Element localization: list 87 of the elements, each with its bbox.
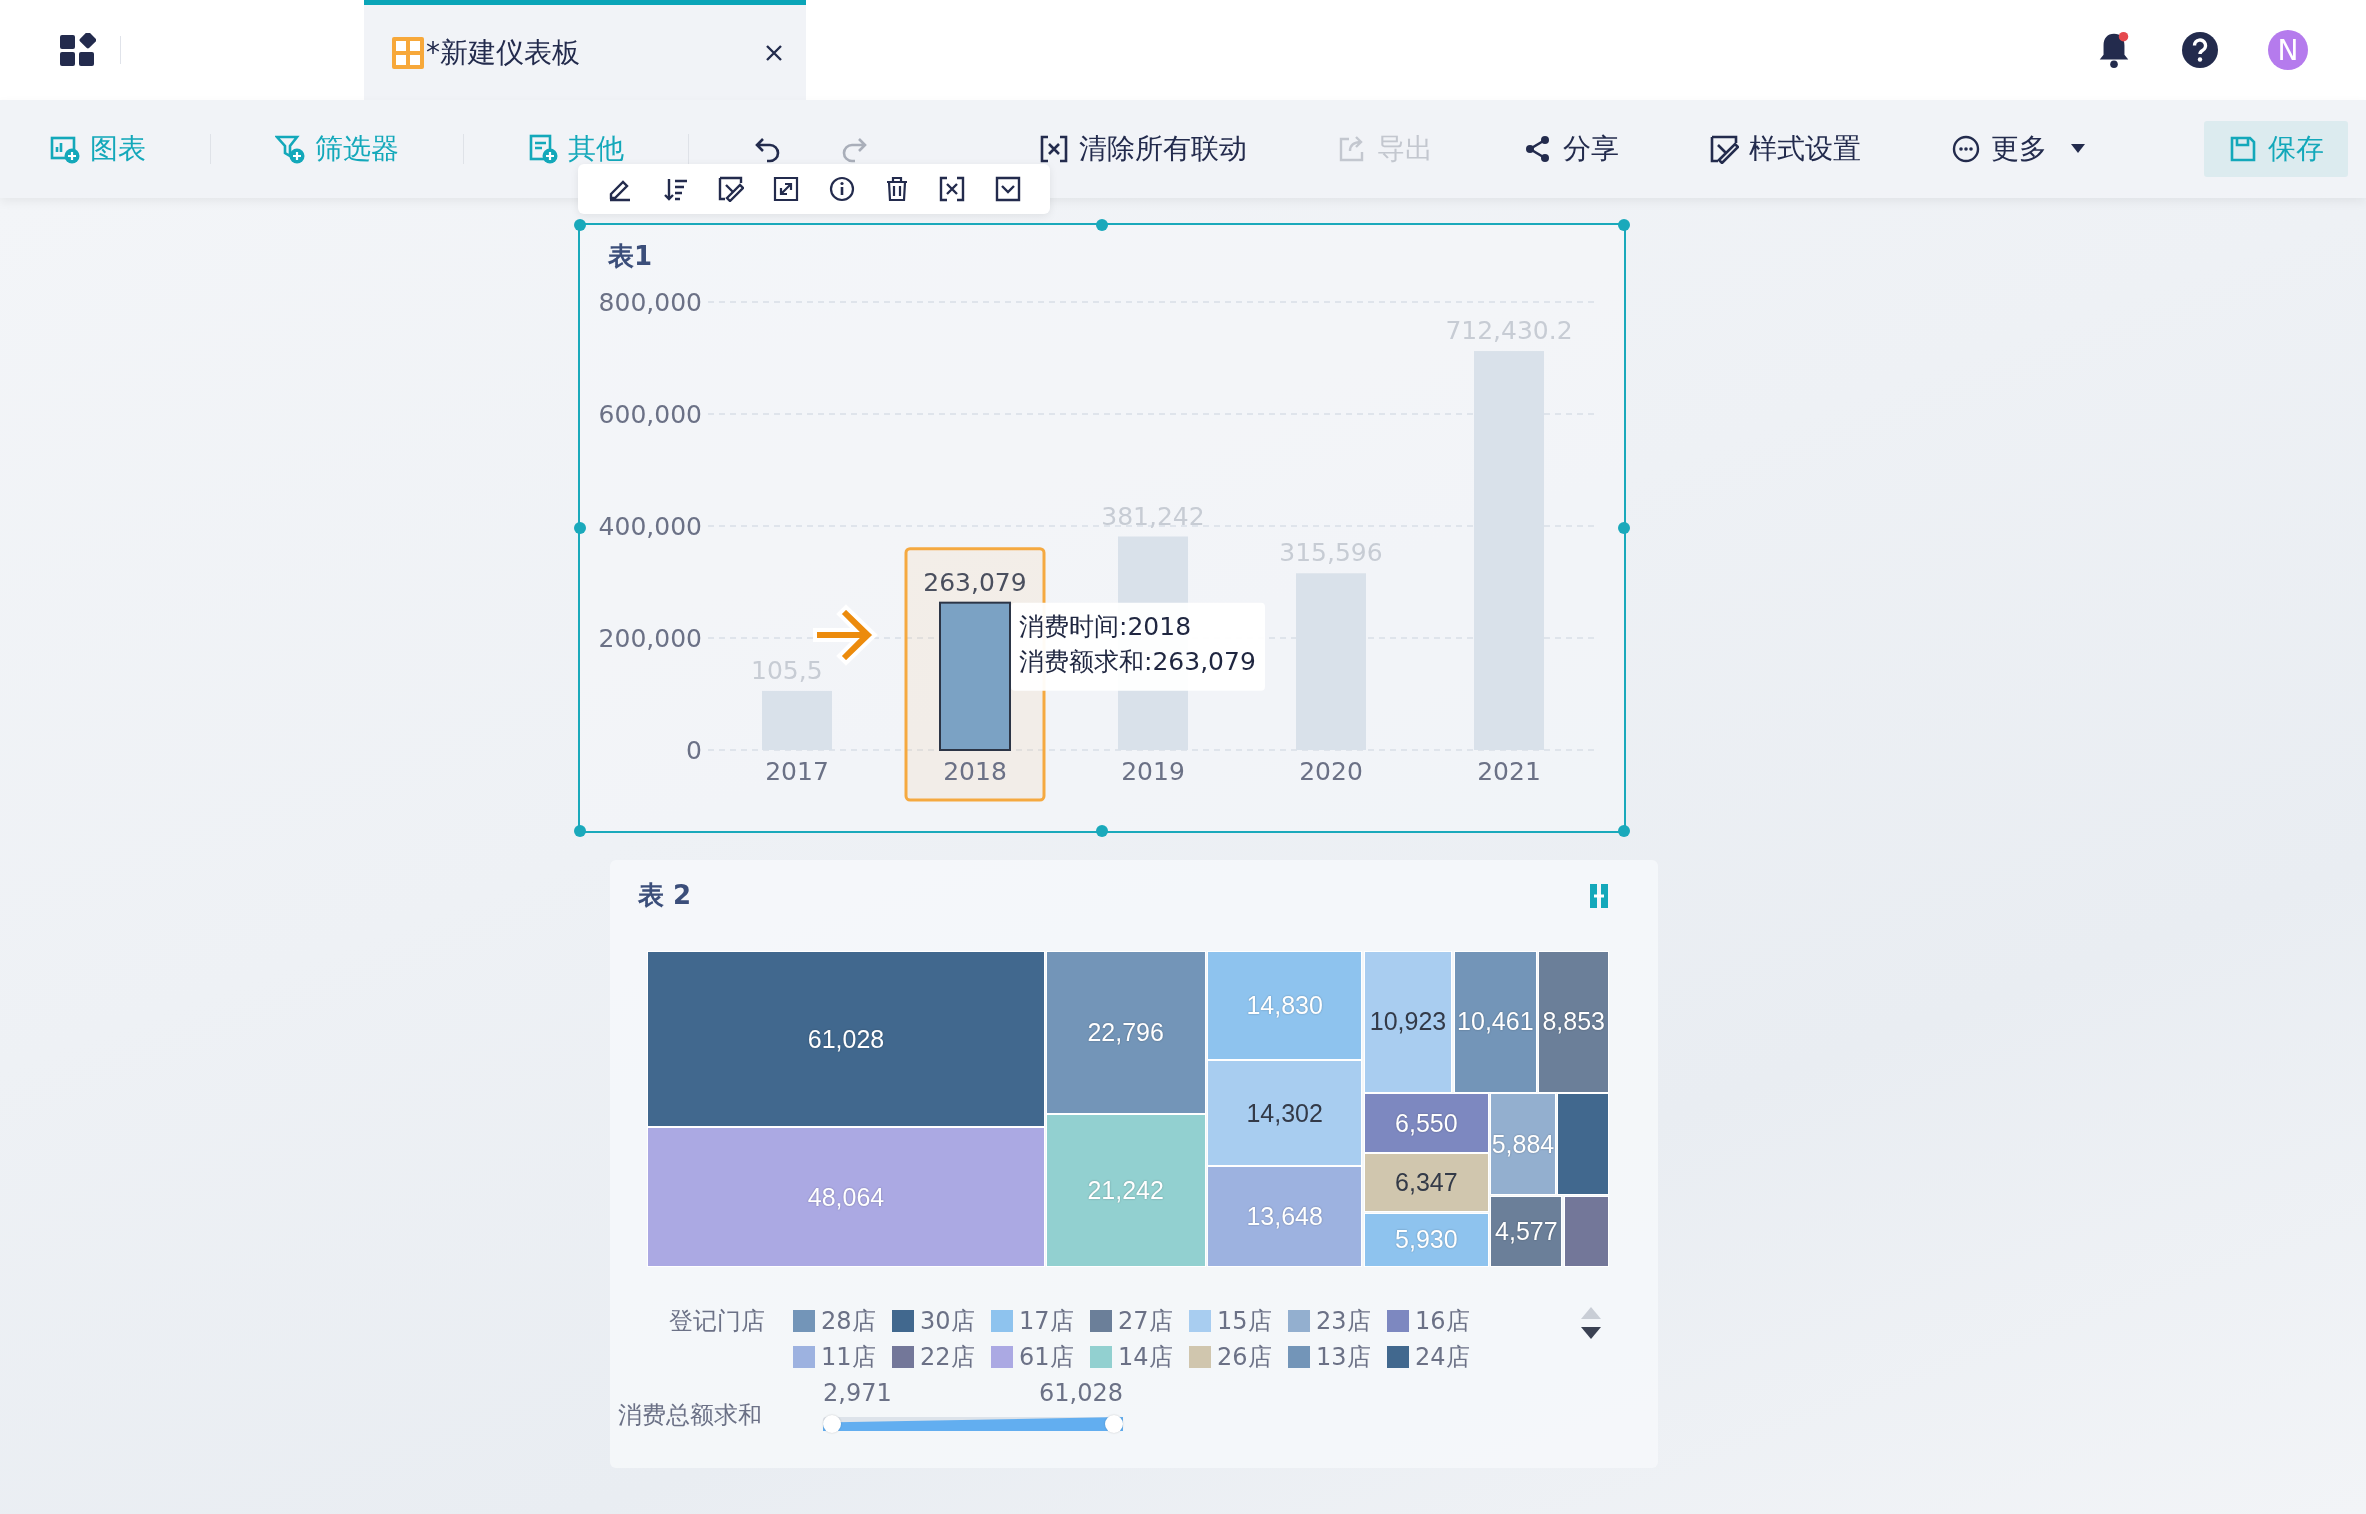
value-label: 263,079 bbox=[923, 567, 1027, 597]
more-icon bbox=[1951, 134, 1981, 164]
page-down-icon[interactable] bbox=[1581, 1327, 1601, 1339]
treemap-cell[interactable]: 6,550 bbox=[1363, 1093, 1489, 1154]
treemap-cell[interactable]: 14,302 bbox=[1207, 1059, 1363, 1167]
sort-icon[interactable] bbox=[662, 176, 689, 202]
dashboard-icon bbox=[392, 36, 424, 69]
legend-item[interactable]: 30店 bbox=[892, 1303, 991, 1339]
y-axis-label: 600,000 bbox=[598, 400, 702, 429]
treemap-cell[interactable]: 4,577 bbox=[1490, 1195, 1563, 1267]
caret-icon bbox=[2071, 144, 2085, 154]
tab-title: *新建仪表板 bbox=[426, 34, 580, 71]
resize-handle[interactable] bbox=[1096, 219, 1108, 231]
slider-handle[interactable] bbox=[823, 1415, 841, 1433]
legend-item[interactable]: 15店 bbox=[1189, 1303, 1288, 1339]
range-min-label: 2,971 bbox=[823, 1379, 892, 1407]
help-icon[interactable] bbox=[2182, 31, 2218, 69]
legend-item[interactable]: 16店 bbox=[1387, 1303, 1486, 1339]
treemap-cell[interactable]: 10,923 bbox=[1363, 951, 1453, 1093]
treemap-cell[interactable]: 5,884 bbox=[1490, 1093, 1556, 1195]
chart-title: 表 2 bbox=[638, 879, 692, 912]
tooltip-text: 消费时间:2018 bbox=[1019, 611, 1192, 641]
legend-item[interactable]: 61店 bbox=[991, 1339, 1090, 1375]
y-axis-label: 200,000 bbox=[598, 624, 702, 653]
add-icon bbox=[275, 134, 305, 164]
legend-item[interactable]: 28店 bbox=[793, 1303, 892, 1339]
dashboard-tab[interactable]: *新建仪表板 bbox=[364, 0, 806, 100]
bar[interactable] bbox=[939, 601, 1011, 751]
toolbar-button[interactable]: 分享 bbox=[1523, 130, 1619, 168]
resize-handle[interactable] bbox=[574, 219, 586, 231]
treemap-cell[interactable] bbox=[1557, 1093, 1609, 1195]
y-axis-label: 400,000 bbox=[598, 512, 702, 541]
collapse-icon[interactable] bbox=[994, 176, 1021, 202]
toolbar-button[interactable]: 更多 bbox=[1951, 130, 2085, 168]
toolbar-button[interactable]: 筛选器 bbox=[275, 130, 399, 168]
resize-handle[interactable] bbox=[1096, 825, 1108, 837]
toolbar-button[interactable]: 图表 bbox=[50, 130, 146, 168]
chart-title: 表1 bbox=[607, 240, 654, 273]
treemap-cell[interactable]: 61,028 bbox=[647, 951, 1045, 1128]
resize-handle[interactable] bbox=[1618, 522, 1630, 534]
info-icon[interactable] bbox=[828, 176, 855, 202]
legend-title: 登记门店 bbox=[668, 1306, 766, 1337]
legend-item[interactable]: 26店 bbox=[1189, 1339, 1288, 1375]
legend-item[interactable]: 23店 bbox=[1288, 1303, 1387, 1339]
expand-icon[interactable] bbox=[773, 176, 800, 202]
x-axis-label: 2020 bbox=[1299, 757, 1363, 786]
y-axis-label: 0 bbox=[686, 736, 702, 765]
apps-icon[interactable] bbox=[60, 33, 96, 67]
save-button[interactable]: 保存 bbox=[2204, 121, 2348, 177]
resize-handle[interactable] bbox=[574, 825, 586, 837]
x-axis-label: 2019 bbox=[1121, 757, 1185, 786]
toolbar-button[interactable]: 样式设置 bbox=[1709, 130, 1861, 168]
slider-handle[interactable] bbox=[1105, 1415, 1123, 1433]
style-icon[interactable] bbox=[718, 176, 744, 202]
range-title: 消费总额求和 bbox=[618, 1400, 763, 1431]
tooltip-text: 消费额求和:263,079 bbox=[1019, 646, 1256, 676]
close-icon[interactable] bbox=[764, 42, 784, 63]
treemap-cell[interactable]: 22,796 bbox=[1045, 951, 1206, 1114]
add-icon bbox=[528, 134, 558, 164]
legend-item[interactable]: 13店 bbox=[1288, 1339, 1387, 1375]
legend-item[interactable]: 27店 bbox=[1090, 1303, 1189, 1339]
user-avatar[interactable]: N bbox=[2268, 30, 2308, 70]
legend-item[interactable]: 24店 bbox=[1387, 1339, 1486, 1375]
resize-handle[interactable] bbox=[1618, 219, 1630, 231]
toolbar-button[interactable]: 清除所有联动 bbox=[1039, 130, 1247, 168]
range-slider[interactable] bbox=[823, 1417, 1123, 1431]
floppy-icon bbox=[2228, 134, 2258, 164]
unlink-icon[interactable] bbox=[939, 176, 966, 202]
resize-handle[interactable] bbox=[574, 522, 586, 534]
legend-item[interactable]: 14店 bbox=[1090, 1339, 1189, 1375]
x-axis-label: 2021 bbox=[1477, 757, 1541, 786]
treemap-cell[interactable]: 10,461 bbox=[1453, 951, 1537, 1093]
resize-handle[interactable] bbox=[1618, 825, 1630, 837]
add-icon bbox=[50, 134, 80, 164]
legend-item[interactable]: 11店 bbox=[793, 1339, 892, 1375]
y-axis-label: 800,000 bbox=[598, 288, 702, 317]
style-icon bbox=[1709, 134, 1739, 164]
legend-item[interactable]: 17店 bbox=[991, 1303, 1090, 1339]
unlink-icon bbox=[1039, 134, 1069, 164]
link-icon[interactable] bbox=[1589, 882, 1609, 909]
treemap-cell[interactable]: 6,347 bbox=[1363, 1153, 1489, 1213]
legend-item[interactable]: 22店 bbox=[892, 1339, 991, 1375]
x-axis-label: 2017 bbox=[765, 757, 829, 786]
treemap-cell[interactable] bbox=[1563, 1195, 1609, 1267]
x-axis-label: 2018 bbox=[943, 757, 1007, 786]
range-max-label: 61,028 bbox=[1039, 1379, 1123, 1407]
treemap-cell[interactable]: 8,853 bbox=[1538, 951, 1609, 1093]
